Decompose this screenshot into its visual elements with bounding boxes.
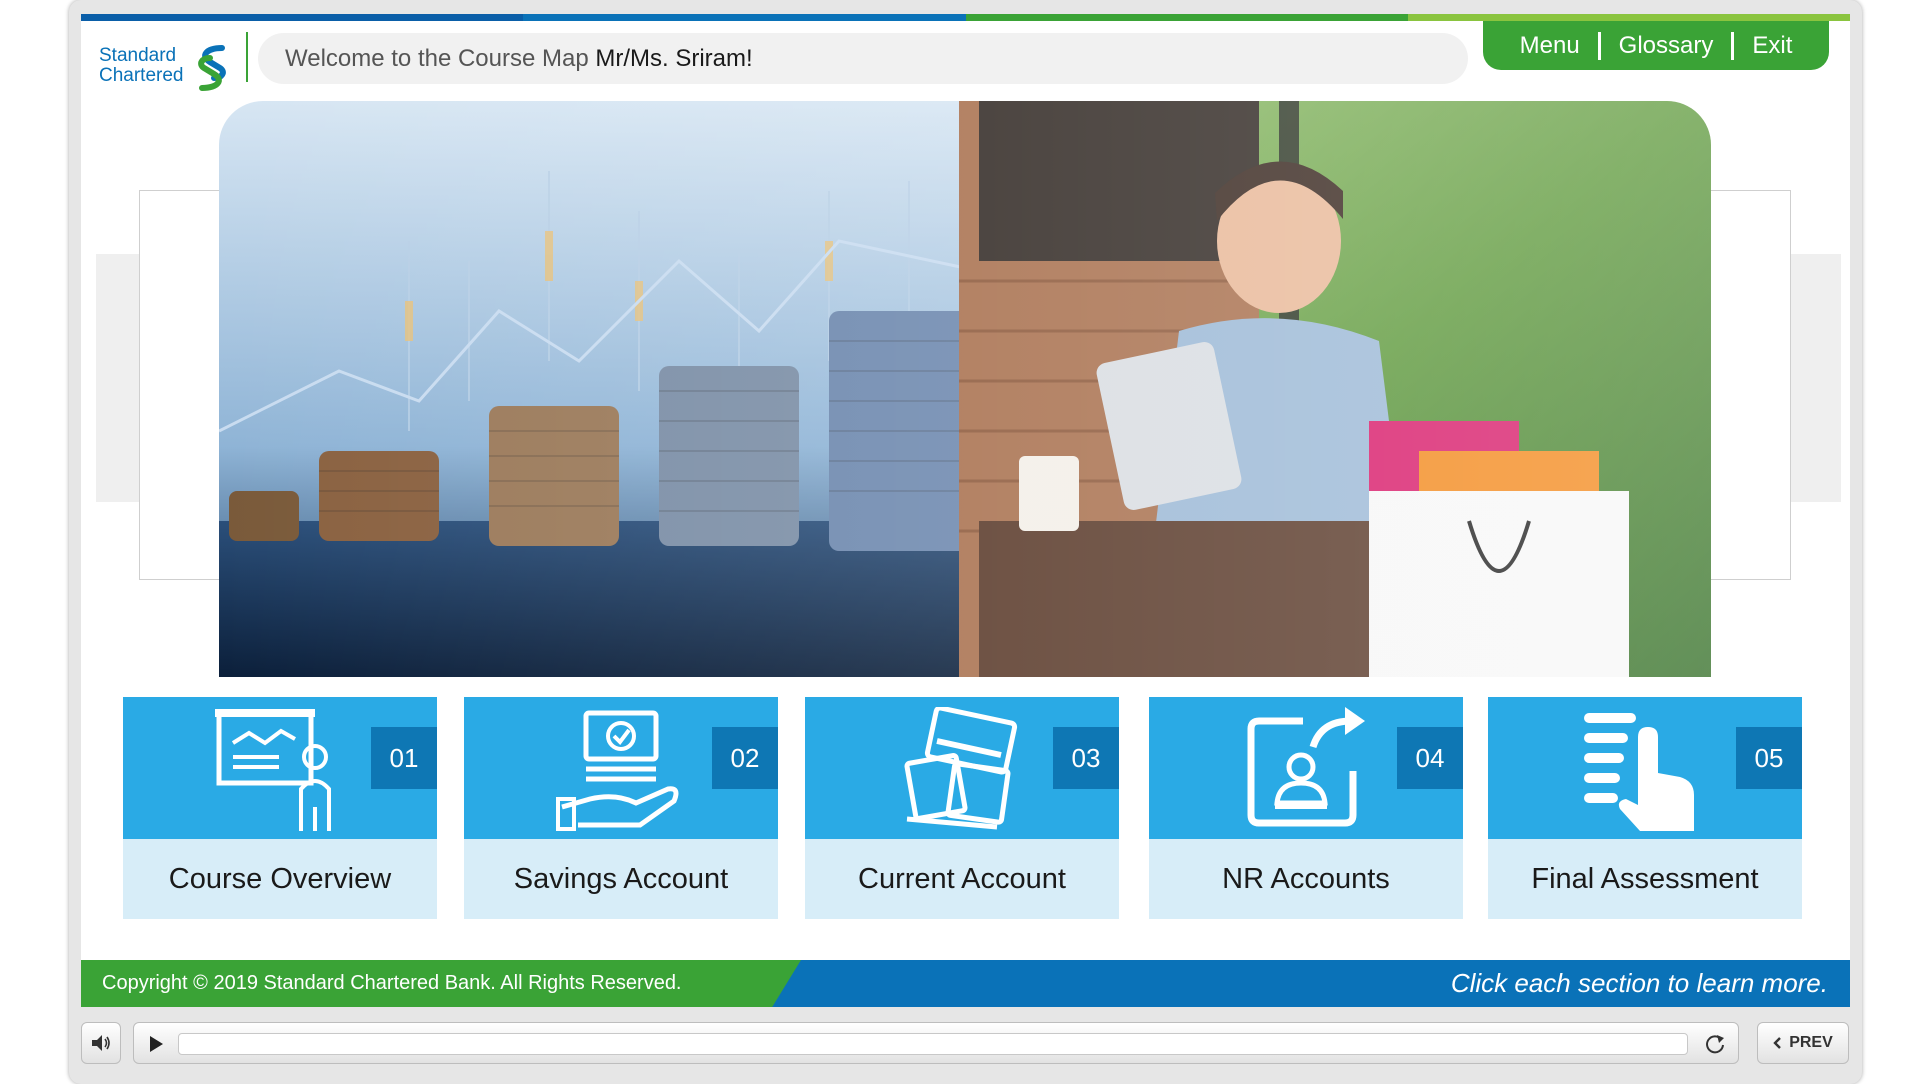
prev-label: PREV: [1789, 1034, 1833, 1051]
top-color-bar: [81, 14, 1850, 21]
section-tile-savings-account[interactable]: 02 Savings Account: [464, 697, 778, 919]
logo-wordmark: Standard Chartered: [99, 45, 184, 86]
nav-separator: [1597, 31, 1601, 60]
footer-bar: Copyright © 2019 Standard Chartered Bank…: [81, 960, 1850, 1007]
tile-header: 05: [1488, 697, 1802, 839]
user-transfer-icon: [1247, 707, 1365, 827]
section-tile-current-account[interactable]: 03 Current Account: [805, 697, 1119, 919]
prev-button[interactable]: PREV: [1757, 1022, 1849, 1064]
logo-mark-icon: [198, 45, 226, 91]
exit-button[interactable]: Exit: [1752, 32, 1792, 60]
hero-illustration: [219, 101, 1711, 677]
glossary-button[interactable]: Glossary: [1619, 32, 1714, 60]
presentation-chart-icon: [215, 709, 331, 831]
course-player: Standard Chartered Welcome to the Course…: [69, 0, 1862, 1084]
side-panel-left: [139, 190, 229, 580]
tile-header: 04: [1149, 697, 1463, 839]
logo-divider: [246, 32, 248, 82]
section-label: Final Assessment: [1488, 839, 1802, 919]
section-label: Savings Account: [464, 839, 778, 919]
section-label: NR Accounts: [1149, 839, 1463, 919]
replay-icon[interactable]: [1704, 1033, 1726, 1055]
section-number: 04: [1397, 727, 1463, 789]
side-panel-right: [1701, 190, 1791, 580]
volume-button[interactable]: [81, 1022, 121, 1064]
checklist-tap-icon: [1584, 713, 1694, 831]
section-number: 02: [712, 727, 778, 789]
tile-header: 03: [805, 697, 1119, 839]
copyright-text: Copyright © 2019 Standard Chartered Bank…: [102, 972, 682, 994]
section-tile-final-assessment[interactable]: 05 Final Assessment: [1488, 697, 1802, 919]
nav-separator: [1731, 31, 1735, 60]
section-number: 05: [1736, 727, 1802, 789]
tile-header: 01: [123, 697, 437, 839]
progress-area: [133, 1022, 1739, 1064]
tile-header: 02: [464, 697, 778, 839]
section-number: 01: [371, 727, 437, 789]
money-hand-icon: [556, 710, 679, 831]
section-tile-nr-accounts[interactable]: 04 NR Accounts: [1149, 697, 1463, 919]
welcome-banner: Welcome to the Course Map Mr/Ms. Sriram!: [258, 33, 1468, 84]
menu-button[interactable]: Menu: [1520, 32, 1580, 60]
progress-bar[interactable]: [178, 1033, 1688, 1055]
learner-name: Mr/Ms. Sriram!: [595, 45, 753, 72]
speaker-icon: [92, 1035, 110, 1051]
course-map-slide: Standard Chartered Welcome to the Course…: [81, 14, 1850, 1007]
section-label: Current Account: [805, 839, 1119, 919]
instruction-text: Click each section to learn more.: [1450, 968, 1828, 998]
section-number: 03: [1053, 727, 1119, 789]
top-nav: Menu Glossary Exit: [1483, 21, 1829, 70]
section-tile-course-overview[interactable]: 01 Course Overview: [123, 697, 437, 919]
cards-cash-icon: [904, 707, 1018, 830]
section-label: Course Overview: [123, 839, 437, 919]
section-tiles: 01 Course Overview 02 Savings Account 03…: [123, 697, 1823, 919]
welcome-text: Welcome to the Course Map: [285, 45, 596, 72]
play-icon[interactable]: [148, 1035, 164, 1053]
playback-controls: PREV: [81, 1022, 1850, 1066]
hero-image: [219, 101, 1711, 677]
standard-chartered-logo: Standard Chartered: [99, 32, 239, 92]
chevron-left-icon: [1773, 1037, 1782, 1049]
